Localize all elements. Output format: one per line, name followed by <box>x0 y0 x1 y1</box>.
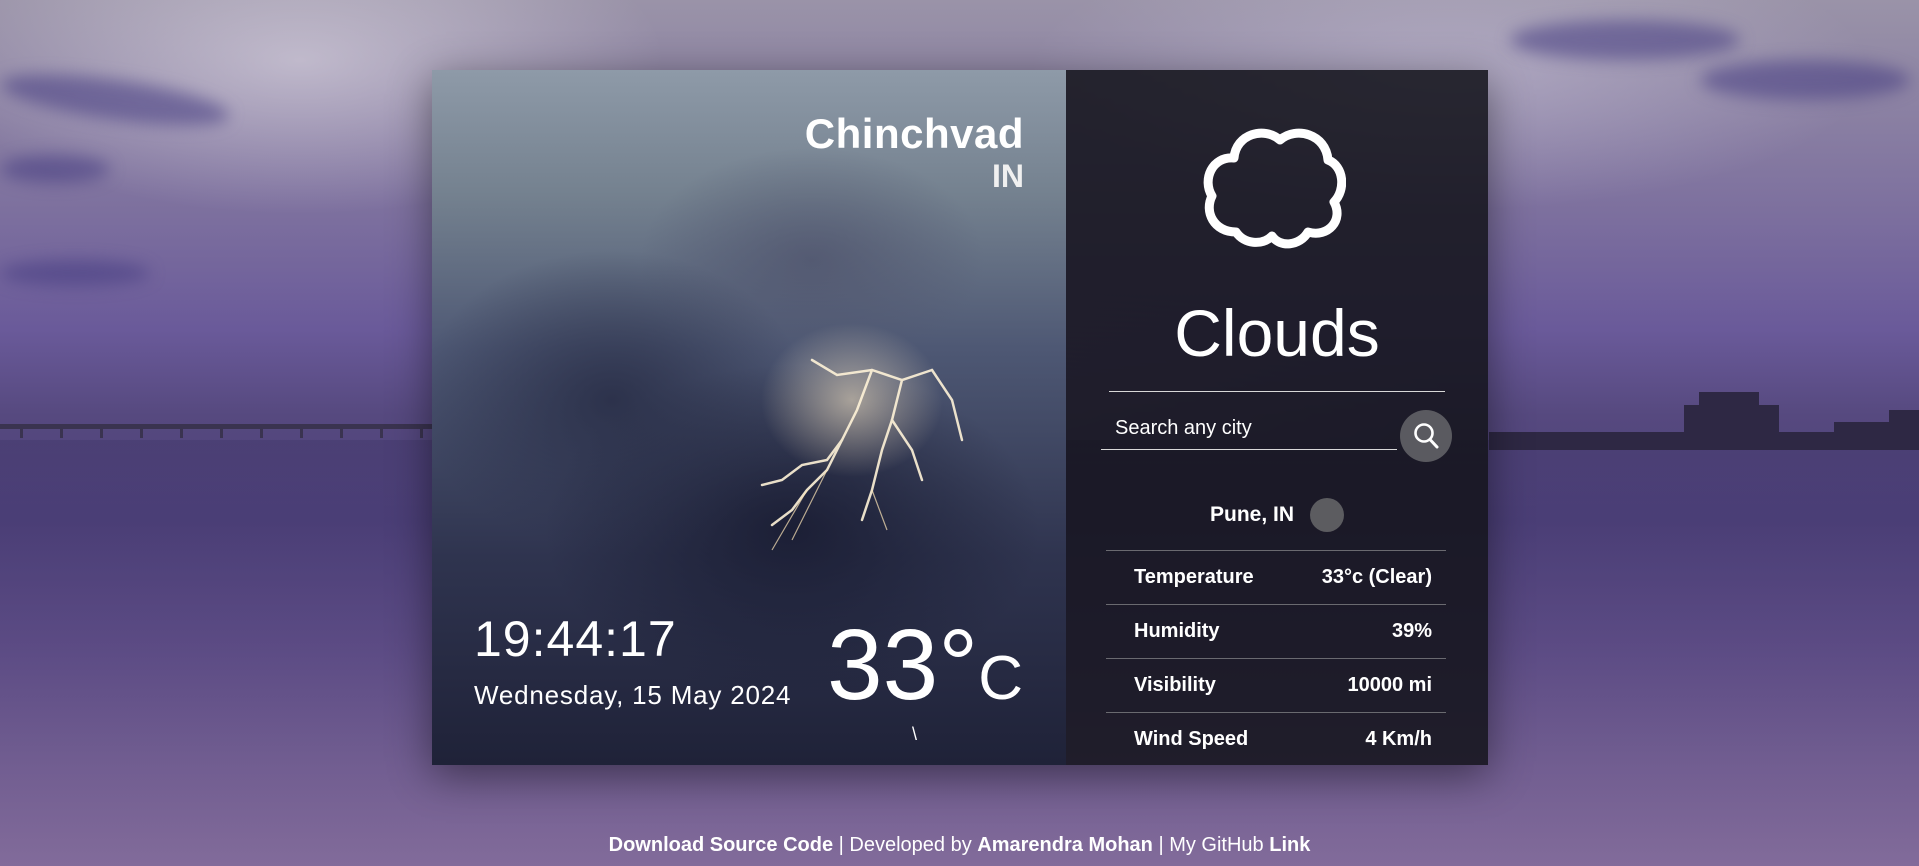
detail-value: 39% <box>1391 620 1432 642</box>
weather-details-list: Temperature 33°c (Clear) Humidity 39% Vi… <box>1106 550 1446 766</box>
bridge <box>0 424 440 438</box>
current-time: 19:44:17 <box>474 611 677 667</box>
detail-row-wind-speed: Wind Speed 4 Km/h <box>1106 712 1446 766</box>
developer-name-link[interactable]: Amarendra Mohan <box>977 834 1153 856</box>
search-result-location: Pune, IN <box>1066 498 1488 532</box>
cloud-streak <box>1510 20 1740 60</box>
cloud-streak <box>1700 60 1910 100</box>
divider <box>1109 391 1445 392</box>
weather-card: Chinchvad IN 19:44:17 Wednesday, 15 May … <box>432 70 1488 765</box>
footer: Download Source Code | Developed by Amar… <box>0 834 1919 857</box>
stray-text: \ <box>912 724 918 744</box>
developed-by-text: Developed by <box>849 834 978 856</box>
city-skyline <box>1489 380 1919 450</box>
result-location-label: Pune, IN <box>1209 503 1294 526</box>
cloud-streak <box>0 260 150 286</box>
detail-label: Visibility <box>1134 674 1216 696</box>
weather-details-panel: Clouds Pune, IN Temperature 33°c (Clear)… <box>1066 70 1488 765</box>
location-weather-icon <box>1310 498 1344 532</box>
temperature-display: 33°C <box>827 608 1023 723</box>
cloud-icon <box>1203 128 1346 249</box>
country-code: IN <box>992 158 1024 194</box>
detail-row-visibility: Visibility 10000 mi <box>1106 658 1446 712</box>
storm-image-panel: Chinchvad IN 19:44:17 Wednesday, 15 May … <box>432 70 1066 765</box>
github-link[interactable]: Link <box>1269 834 1310 856</box>
detail-label: Humidity <box>1134 620 1220 642</box>
cloud-streak <box>0 155 110 183</box>
footer-separator: | <box>1152 834 1170 856</box>
detail-value: 10000 mi <box>1347 674 1432 696</box>
detail-label: Temperature <box>1134 566 1254 588</box>
temperature-unit: C <box>978 644 1024 713</box>
temperature-value: 33° <box>827 609 979 721</box>
github-text: My GitHub <box>1169 834 1270 856</box>
current-date: Wednesday, 15 May 2024 <box>474 680 792 710</box>
download-source-link[interactable]: Download Source Code <box>609 834 833 856</box>
detail-label: Wind Speed <box>1134 728 1249 750</box>
detail-row-temperature: Temperature 33°c (Clear) <box>1106 550 1446 604</box>
search-button[interactable] <box>1400 410 1452 462</box>
detail-row-humidity: Humidity 39% <box>1106 604 1446 658</box>
detail-value: 4 Km/h <box>1365 728 1432 750</box>
search-icon <box>1414 423 1439 449</box>
city-search-input[interactable] <box>1101 408 1397 450</box>
footer-separator: | <box>833 834 850 856</box>
city-name: Chinchvad <box>804 110 1024 157</box>
detail-value: 33°c (Clear) <box>1321 566 1432 588</box>
weather-condition: Clouds <box>1174 296 1380 370</box>
